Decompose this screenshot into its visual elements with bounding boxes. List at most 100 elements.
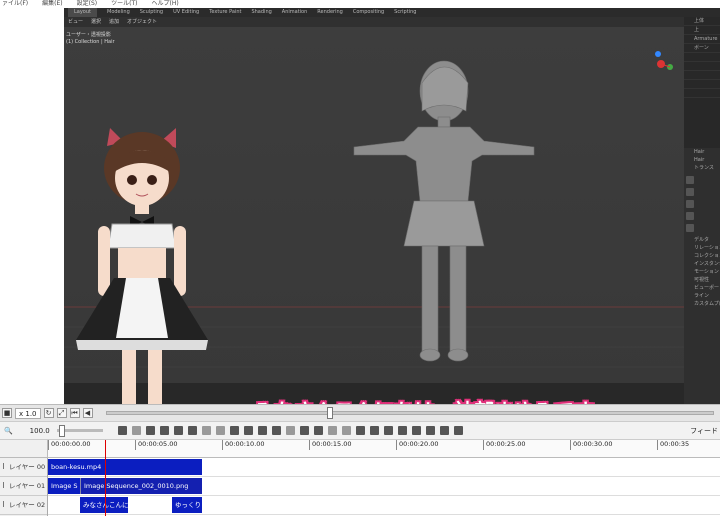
person-icon[interactable] <box>201 426 211 435</box>
text-icon[interactable] <box>131 426 141 435</box>
video-clip[interactable]: boan-kesu.mp4 <box>48 459 202 475</box>
ruler-tick-label: 00:00:00.00 <box>48 440 91 450</box>
camera-icon[interactable] <box>453 426 463 435</box>
video-icon[interactable] <box>173 426 183 435</box>
zoom-slider[interactable] <box>56 425 103 437</box>
save-icon[interactable] <box>271 426 281 435</box>
cut-icon[interactable] <box>327 426 337 435</box>
ruler-tick-label: 00:00:15.00 <box>309 440 352 450</box>
stop-button[interactable]: ■ <box>2 408 12 418</box>
image-clip[interactable]: Image S <box>48 478 80 494</box>
app-window: ァイル(F) 編集(E) 設定(S) ツール(T) ヘルプ(H) Layout … <box>0 0 720 516</box>
outliner-row: Armature <box>684 35 720 44</box>
zoom-value[interactable]: 100.0 <box>16 427 50 435</box>
layer-row[interactable]: レイヤー 00 <box>0 458 47 477</box>
workspace-tab: Shading <box>251 9 272 15</box>
workspace-tab: Animation <box>281 9 308 15</box>
text-clip[interactable]: みなさんこんにち <box>80 497 128 513</box>
layer-row[interactable]: レイヤー 01 <box>0 477 47 496</box>
collection-text: (1) Collection | Hair <box>66 39 115 45</box>
split-icon[interactable] <box>257 426 267 435</box>
outliner-row: ボーン <box>684 44 720 53</box>
timeline-tracks: boan-kesu.mp4 Image S Image Sequence_002… <box>48 458 720 516</box>
smile-icon[interactable] <box>215 426 225 435</box>
undo-icon[interactable] <box>299 426 309 435</box>
comment-icon[interactable] <box>117 426 127 435</box>
ruler-tick-label: 00:00:05.00 <box>135 440 178 450</box>
view-mode-text: ユーザー・透視投影 <box>66 32 111 38</box>
track-row: みなさんこんにち ゆっくり <box>48 496 720 515</box>
layer-label: レイヤー 01 <box>9 482 46 490</box>
viewport-menu-item: オブジェクト <box>127 19 158 25</box>
blender-workspace-tabs: Layout Modeling Sculpting UV Editing Tex… <box>64 8 720 17</box>
track-row: Image S Image Sequence_002_0010.png <box>48 477 720 496</box>
filter-button[interactable]: フィード <box>690 426 720 436</box>
transport-bar: ■ x 1.0 ↻ ⤢ ⏮ ◀ <box>0 404 720 422</box>
time-ruler[interactable]: 00:00:00.00 00:00:05.00 00:00:10.00 00:00:1… <box>48 440 720 458</box>
video-preview: Layout Modeling Sculpting UV Editing Tex… <box>0 8 720 423</box>
menu-file[interactable]: ァイル(F) <box>2 0 28 8</box>
viewport-menu-item: ビュー <box>68 19 84 25</box>
outliner-row <box>684 80 720 89</box>
layer-list: レイヤー 00 レイヤー 01 レイヤー 02 <box>0 458 48 516</box>
viewport-info: ユーザー・透視投影 (1) Collection | Hair <box>64 32 115 46</box>
visibility-icon[interactable] <box>3 482 7 488</box>
playhead[interactable] <box>105 440 106 516</box>
folder-icon[interactable] <box>425 426 435 435</box>
loop-icon[interactable]: ↻ <box>43 408 54 418</box>
props-label: カスタムプロパティ <box>694 301 720 307</box>
clock-icon[interactable] <box>285 426 295 435</box>
track-row: boan-kesu.mp4 <box>48 458 720 477</box>
ruler-tick-label: 00:00:10.00 <box>222 440 265 450</box>
ruler-tick-label: 00:00:20.00 <box>396 440 439 450</box>
workspace-tab: UV Editing <box>173 9 200 15</box>
workspace-tab: Compositing <box>352 9 385 15</box>
image-icon[interactable] <box>159 426 169 435</box>
workspace-tab: Texture Paint <box>209 9 242 15</box>
menu-settings[interactable]: 設定(S) <box>77 0 98 8</box>
props-label: 可視性 <box>694 277 710 283</box>
props-label: ビューポート表示 <box>694 285 720 291</box>
menu-edit[interactable]: 編集(E) <box>42 0 62 8</box>
seek-thumb[interactable] <box>326 407 333 419</box>
blender-properties-panel: Hair Hair トランス デルタ リレーション コレクション インスタンシン… <box>684 148 720 404</box>
timeline-toolbar: 🔍 100.0 フィード <box>0 422 720 440</box>
outliner-row: 上体 <box>684 17 720 26</box>
list-icon[interactable] <box>145 426 155 435</box>
properties-tab-icon <box>686 224 694 232</box>
playback-speed-select[interactable]: x 1.0 <box>15 407 41 419</box>
layer-row[interactable]: レイヤー 02 <box>0 496 47 515</box>
zoom-icon: 🔍 <box>4 426 13 435</box>
export-icon[interactable] <box>439 426 449 435</box>
grid-icon[interactable] <box>355 426 365 435</box>
properties-tab-icon <box>686 212 694 220</box>
menu-tools[interactable]: ツール(T) <box>111 0 137 8</box>
copy-icon[interactable] <box>229 426 239 435</box>
navigation-gizmo <box>655 51 673 70</box>
props-label: モーション <box>694 269 719 275</box>
seek-bar[interactable] <box>105 407 714 419</box>
marker-icon[interactable] <box>383 426 393 435</box>
menu-help[interactable]: ヘルプ(H) <box>151 0 178 8</box>
paste-icon[interactable] <box>243 426 253 435</box>
align-icon[interactable] <box>369 426 379 435</box>
expand-icon[interactable]: ⤢ <box>56 408 67 418</box>
prev-icon[interactable] <box>397 426 407 435</box>
jump-start-button[interactable]: ⏮ <box>69 408 80 418</box>
next-icon[interactable] <box>411 426 421 435</box>
voice-clip[interactable]: ゆっくり <box>172 497 202 513</box>
image-sequence-clip[interactable]: Image Sequence_002_0010.png <box>80 478 202 494</box>
audio-icon[interactable] <box>187 426 197 435</box>
layer-label: レイヤー 00 <box>9 463 46 471</box>
step-back-button[interactable]: ◀ <box>82 408 93 418</box>
viewport-menu-item: 選択 <box>91 19 102 25</box>
blender-viewport-menu: ビュー 選択 追加 オブジェクト <box>64 17 684 27</box>
delete-icon[interactable] <box>341 426 351 435</box>
redo-icon[interactable] <box>313 426 323 435</box>
outliner-row <box>684 71 720 80</box>
visibility-icon[interactable] <box>3 463 7 469</box>
props-label: インスタンシング <box>694 261 720 267</box>
visibility-icon[interactable] <box>3 501 7 507</box>
ruler-tick-label: 00:00:25.00 <box>483 440 526 450</box>
ruler-tick-label: 00:00:35 <box>657 440 689 450</box>
